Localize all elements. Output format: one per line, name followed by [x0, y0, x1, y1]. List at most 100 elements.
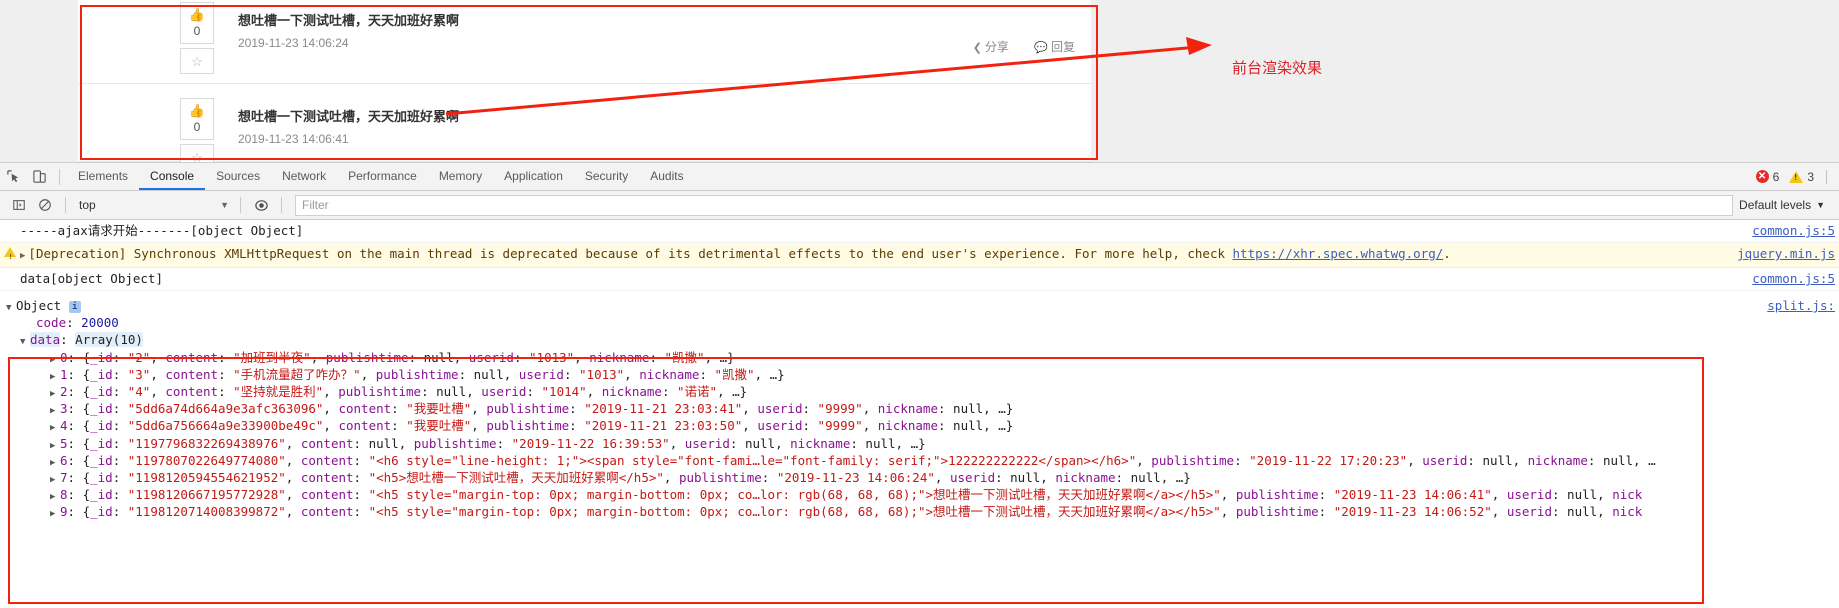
prop-value: "<h6 style="line-height: 1;"><span style…: [368, 452, 1137, 468]
prop-key: nickname: [639, 366, 700, 382]
prop-value: null: [953, 401, 984, 417]
chevron-down-icon: ▼: [1816, 200, 1825, 210]
console-filterbar: top ▼ Filter Default levels ▼: [0, 191, 1839, 220]
expand-arrow-icon[interactable]: ▶: [50, 506, 60, 520]
device-toolbar-icon[interactable]: [26, 164, 52, 190]
comment-icon: 💬: [1034, 42, 1048, 54]
prop-key: _id: [90, 504, 113, 520]
prop-key: content: [165, 349, 219, 365]
object-root-line[interactable]: ▼ Object i: [6, 297, 1839, 314]
filter-input[interactable]: Filter: [295, 194, 1734, 216]
console-log-row[interactable]: data[object Object] common.js:5: [0, 268, 1839, 291]
source-link[interactable]: split.js:: [1767, 297, 1835, 314]
prop-key: nick: [1612, 504, 1643, 520]
object-array-row[interactable]: ▶ 9: {_id: "1198120714008399872", content…: [6, 503, 1839, 520]
post-card[interactable]: 👍 0 ☆ 想吐槽一下测试吐槽，天天加班好累啊 2019-11-23 14:06…: [78, 0, 1091, 84]
object-array-row[interactable]: ▶ 4: {_id: "5dd6a756664a9e33900be49c", co…: [6, 417, 1839, 434]
prop-key: userid: [1506, 504, 1552, 520]
expand-arrow-icon[interactable]: ▶: [50, 386, 60, 400]
star-icon[interactable]: ☆: [180, 48, 214, 74]
console-log-text: data[object Object]: [20, 271, 163, 286]
object-array-row[interactable]: ▶ 5: {_id: "1197796832269438976", content…: [6, 435, 1839, 452]
reply-button[interactable]: 💬 回复: [1034, 40, 1075, 54]
source-link[interactable]: common.js:5: [1752, 223, 1835, 239]
expand-arrow-icon[interactable]: ▶: [50, 455, 60, 469]
vote-box[interactable]: 👍 0: [180, 2, 214, 44]
tab-network[interactable]: Network: [271, 163, 337, 190]
object-array-row[interactable]: ▶ 2: {_id: "4", content: "坚持就是胜利", publis…: [6, 383, 1839, 400]
post-title[interactable]: 想吐槽一下测试吐槽，天天加班好累啊: [238, 106, 459, 125]
tab-sources[interactable]: Sources: [205, 163, 271, 190]
object-array-row[interactable]: ▶ 7: {_id: "1198120594554621952", content…: [6, 469, 1839, 486]
star-icon[interactable]: ☆: [180, 144, 214, 162]
expand-arrow-icon[interactable]: ▶: [20, 248, 25, 264]
live-expression-eye-icon[interactable]: [248, 192, 274, 218]
prop-value: "1198120667195772928": [127, 487, 286, 503]
tab-console[interactable]: Console: [139, 163, 206, 190]
console-warning-row[interactable]: ▶[Deprecation] Synchronous XMLHttpReques…: [0, 243, 1839, 268]
console-sidebar-icon[interactable]: [6, 192, 32, 218]
prop-value: null: [1567, 487, 1598, 503]
thumbs-up-icon[interactable]: 👍: [181, 3, 213, 24]
prop-key: nickname: [1055, 469, 1116, 485]
tab-application[interactable]: Application: [493, 163, 574, 190]
prop-value: "2": [127, 349, 151, 365]
prop-key: _id: [90, 452, 113, 468]
post-card[interactable]: 👍 0 ☆ 想吐槽一下测试吐槽，天天加班好累啊 2019-11-23 14:06…: [78, 84, 1091, 162]
prop-value: "手机流量超了咋办？": [233, 366, 361, 382]
clear-console-icon[interactable]: [32, 192, 58, 218]
info-icon[interactable]: i: [68, 301, 81, 313]
issue-counts[interactable]: ✕ 6 3: [1755, 163, 1827, 190]
expand-arrow-icon[interactable]: ▶: [50, 352, 60, 366]
tab-security[interactable]: Security: [574, 163, 639, 190]
error-count: 6: [1772, 169, 1780, 184]
prop-value: "我要吐槽": [406, 401, 472, 417]
expand-arrow-icon[interactable]: ▶: [50, 420, 60, 434]
expand-arrow-icon[interactable]: ▶: [50, 472, 60, 486]
warning-count: 3: [1807, 169, 1814, 184]
console-log-row[interactable]: -----ajax请求开始-------[object Object] comm…: [0, 220, 1839, 243]
prop-key: _id: [90, 401, 113, 417]
prop-value: null: [423, 349, 454, 365]
expand-arrow-icon[interactable]: ▶: [50, 438, 60, 452]
tab-audits[interactable]: Audits: [639, 163, 694, 190]
spec-link[interactable]: https://xhr.spec.whatwg.org/: [1233, 246, 1444, 261]
array-index: 1: [60, 366, 68, 382]
expand-arrow-icon[interactable]: ▶: [50, 369, 60, 383]
prop-key: publishtime: [1235, 487, 1319, 503]
expand-arrow-icon[interactable]: ▶: [50, 403, 60, 417]
source-link[interactable]: common.js:5: [1752, 271, 1835, 287]
prop-key: userid: [757, 418, 803, 434]
tab-performance[interactable]: Performance: [337, 163, 428, 190]
object-array-row[interactable]: ▶ 6: {_id: "1197807022649774080", content…: [6, 452, 1839, 469]
collapse-arrow-icon[interactable]: ▼: [20, 334, 30, 348]
source-link[interactable]: jquery.min.js: [1737, 246, 1835, 262]
expand-arrow-icon[interactable]: ▶: [50, 489, 60, 503]
object-array-row[interactable]: ▶ 0: {_id: "2", content: "加班到半夜", publish…: [6, 349, 1839, 366]
log-levels-select[interactable]: Default levels ▼: [1739, 198, 1833, 212]
tab-memory[interactable]: Memory: [428, 163, 493, 190]
post-title[interactable]: 想吐槽一下测试吐槽，天天加班好累啊: [238, 10, 459, 29]
collapse-arrow-icon[interactable]: ▼: [6, 300, 16, 314]
post-actions: ❮ 分享 💬 回复: [951, 38, 1075, 55]
object-array-row[interactable]: ▶ 3: {_id: "5dd6a74d664a9e3afc363096", co…: [6, 400, 1839, 417]
prop-value: "1197796832269438976": [127, 435, 286, 451]
prop-value: null: [1010, 469, 1041, 485]
prop-key: nickname: [601, 383, 662, 399]
prop-key: content: [300, 469, 354, 485]
filterbar-divider: [65, 197, 66, 213]
vote-box[interactable]: 👍 0: [180, 98, 214, 140]
page-canvas: 👍 0 ☆ 想吐槽一下测试吐槽，天天加班好累啊 2019-11-23 14:06…: [78, 0, 1091, 162]
object-array-row[interactable]: ▶ 1: {_id: "3", content: "手机流量超了咋办？", pub…: [6, 366, 1839, 383]
console-messages[interactable]: -----ajax请求开始-------[object Object] comm…: [0, 220, 1839, 607]
object-prop-data[interactable]: ▼ data: Array(10): [6, 331, 1839, 348]
share-button[interactable]: ❮ 分享: [973, 40, 1009, 54]
thumbs-up-icon[interactable]: 👍: [181, 99, 213, 120]
execution-context-select[interactable]: top ▼: [73, 195, 233, 215]
prop-key: userid: [949, 469, 996, 485]
object-prop-code: code: 20000: [36, 315, 119, 331]
console-object-tree[interactable]: split.js: ▼ Object i code: 20000 ▼ data: A…: [0, 291, 1839, 520]
object-array-row[interactable]: ▶ 8: {_id: "1198120667195772928", content…: [6, 486, 1839, 503]
tab-elements[interactable]: Elements: [67, 163, 139, 190]
inspect-cursor-icon[interactable]: [0, 164, 26, 190]
